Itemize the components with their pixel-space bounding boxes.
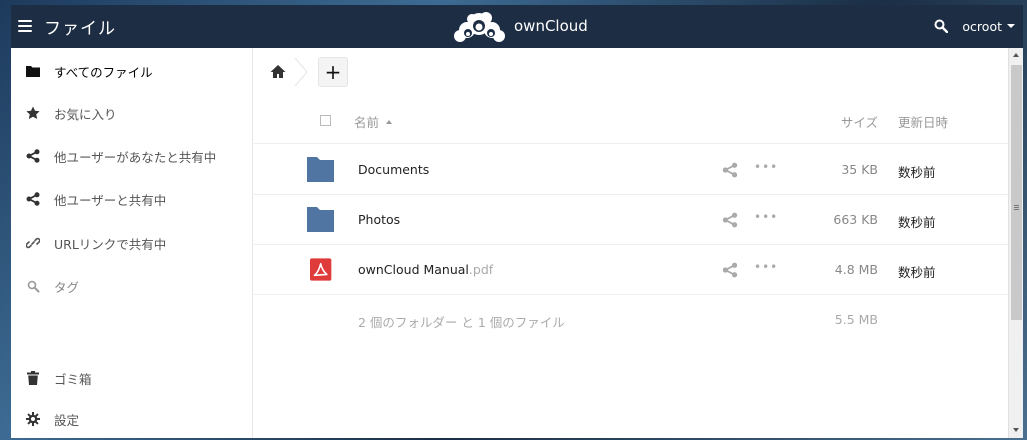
more-actions-icon[interactable]: ••• [754,210,778,224]
file-name[interactable]: ownCloud Manual.pdf [358,262,493,277]
table-row[interactable]: Photos ••• 663 KB 数秒前 [254,195,1008,245]
folder-icon [25,63,41,79]
gear-icon [25,411,41,427]
file-size: 35 KB [841,162,878,177]
more-actions-icon[interactable]: ••• [754,260,778,274]
search-icon[interactable] [934,19,949,33]
pdf-icon [310,258,332,281]
top-header: ファイル ownCloud ocroot [11,5,1023,48]
app-menu-button[interactable]: ファイル [18,13,116,39]
header-right: ocroot [934,13,1015,39]
sidebar-item-favorites[interactable]: お気に入り [11,93,253,133]
file-size: 663 KB [833,212,878,227]
controls-bar: + [254,48,1008,96]
folder-icon [307,207,334,232]
column-header-size[interactable]: サイズ [841,112,878,131]
sidebar-item-label: ゴミ箱 [54,371,92,387]
file-name[interactable]: Photos [358,212,400,227]
file-modified: 数秒前 [898,215,936,230]
sidebar-item-label: お気に入り [54,106,117,122]
link-icon [25,235,41,251]
caret-down-icon [1007,24,1015,28]
sidebar-item-all-files[interactable]: すべてのファイル [11,51,253,91]
star-icon [25,105,41,121]
owncloud-window: ファイル ownCloud ocroot すべてのファイル お気に入り 他ユーザ… [11,5,1023,438]
share-icon [25,191,41,207]
sidebar-item-settings[interactable]: 設定 [11,399,253,438]
column-header-name[interactable]: 名前 [354,112,393,131]
sidebar-item-shared-with-you[interactable]: 他ユーザーがあなたと共有中 [11,136,253,176]
scroll-down-icon[interactable] [1013,428,1019,432]
tag-search-icon [25,278,41,294]
table-row[interactable]: Documents ••• 35 KB 数秒前 [254,145,1008,195]
file-name[interactable]: Documents [358,162,429,177]
user-name: ocroot [962,18,1002,34]
folder-icon [307,157,334,182]
grip-icon [1014,205,1019,210]
home-icon[interactable] [270,64,286,80]
file-extension: .pdf [468,262,494,277]
file-modified: 数秒前 [898,165,936,180]
sidebar-item-shared-by-link[interactable]: URLリンクで共有中 [11,223,253,263]
file-modified: 数秒前 [898,265,936,280]
app-title: ファイル [44,18,116,39]
file-summary: 2 個のフォルダー と 1 個のファイル 5.5 MB [254,294,1008,344]
share-icon [25,148,41,164]
sidebar-item-label: タグ [54,279,80,295]
sidebar-item-label: すべてのファイル [54,64,153,80]
summary-size: 5.5 MB [834,312,878,327]
sidebar-item-label: URLリンクで共有中 [54,236,167,252]
owncloud-logo[interactable]: ownCloud [448,9,588,43]
sidebar-item-tags[interactable]: タグ [11,266,253,306]
file-size: 4.8 MB [834,262,878,277]
summary-text: 2 個のフォルダー と 1 個のファイル [358,315,565,330]
cloud-logo-icon [454,12,505,42]
share-icon[interactable] [722,212,738,228]
scroll-up-icon[interactable] [1013,53,1019,57]
sidebar-item-label: 設定 [54,412,80,428]
column-header-modified[interactable]: 更新日時 [898,112,948,131]
sidebar-item-label: 他ユーザーと共有中 [54,192,167,208]
more-actions-icon[interactable]: ••• [754,160,778,174]
scroll-thumb[interactable] [1011,65,1022,320]
sidebar-item-shared-with-others[interactable]: 他ユーザーと共有中 [11,179,253,219]
breadcrumb-separator [294,57,308,87]
trash-icon [25,370,41,386]
hamburger-icon [18,20,32,32]
share-icon[interactable] [722,262,738,278]
table-header: 名前 サイズ 更新日時 [254,96,1008,144]
select-all-checkbox[interactable] [320,115,331,126]
file-list-area: + 名前 サイズ 更新日時 Documents ••• 35 KB 数秒前 Ph… [254,48,1008,438]
sidebar: すべてのファイル お気に入り 他ユーザーがあなたと共有中 他ユーザーと共有中 U… [11,48,253,438]
logo-text: ownCloud [514,17,588,35]
new-file-button[interactable]: + [318,57,348,87]
share-icon[interactable] [722,162,738,178]
user-menu[interactable]: ocroot [962,19,1015,34]
sort-ascending-icon [386,119,393,124]
sidebar-item-label: 他ユーザーがあなたと共有中 [54,149,217,165]
table-row[interactable]: ownCloud Manual.pdf ••• 4.8 MB 数秒前 [254,245,1008,295]
sidebar-item-trash[interactable]: ゴミ箱 [11,358,253,398]
vertical-scrollbar[interactable] [1008,48,1023,438]
